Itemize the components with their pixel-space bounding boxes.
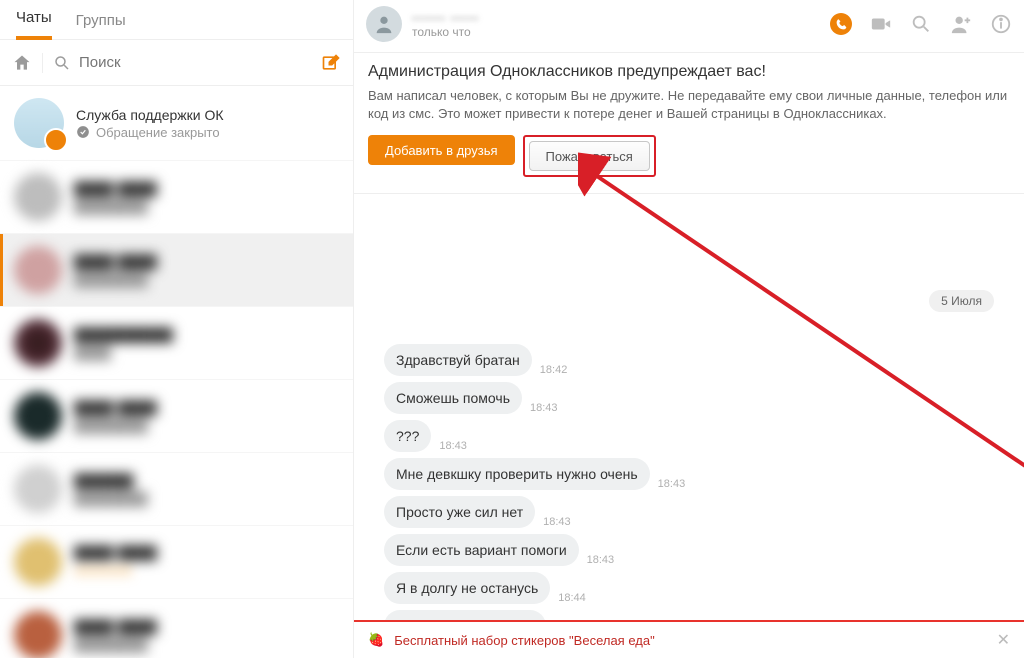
peer-name: ------ ----- <box>412 9 830 25</box>
message-time: 18:43 <box>658 478 686 490</box>
message-time: 18:43 <box>439 440 467 452</box>
search-icon[interactable] <box>910 13 932 35</box>
chat-list: Служба поддержки ОК Обращение закрыто ██… <box>0 86 353 658</box>
message-time: 18:43 <box>587 554 615 566</box>
support-avatar-icon <box>14 98 64 148</box>
chat-body: 5 Июля Здравствуй братан 18:42 Сможешь пом… <box>354 194 1024 658</box>
tab-groups[interactable]: Группы <box>76 12 126 39</box>
list-item[interactable]: ██████████████ <box>0 453 353 526</box>
compose-icon[interactable] <box>321 53 341 73</box>
call-icon[interactable] <box>830 13 852 35</box>
sidebar: Чаты Группы Служба поддерж <box>0 0 354 658</box>
info-icon[interactable] <box>990 13 1012 35</box>
search-input[interactable] <box>79 54 311 71</box>
search-icon <box>53 53 71 73</box>
video-icon[interactable] <box>870 13 892 35</box>
message[interactable]: Я в долгу не останусь 18:44 <box>384 572 1010 604</box>
message[interactable]: Если есть вариант помоги 18:43 <box>384 534 1010 566</box>
date-pill: 5 Июля <box>929 290 994 312</box>
annotation-highlight: Пожаловаться <box>523 135 656 177</box>
search-row <box>0 40 353 86</box>
chat-header: ------ ----- только что <box>354 0 1024 53</box>
message-time: 18:43 <box>543 516 571 528</box>
promo-text: Бесплатный набор стикеров "Веселая еда" <box>394 633 655 648</box>
message-list: Здравствуй братан 18:42 Сможешь помочь 18:4… <box>384 344 1010 658</box>
peer-status: только что <box>412 25 830 39</box>
message-bubble: Здравствуй братан <box>384 344 532 376</box>
message[interactable]: ??? 18:43 <box>384 420 1010 452</box>
tabs: Чаты Группы <box>0 0 353 40</box>
message-bubble: Сможешь помочь <box>384 382 522 414</box>
warning-title: Администрация Одноклассников предупрежда… <box>368 63 1010 81</box>
message[interactable]: Просто уже сил нет 18:43 <box>384 496 1010 528</box>
home-icon[interactable] <box>12 53 32 73</box>
list-item[interactable]: ██████████████ <box>0 307 353 380</box>
message-bubble: Просто уже сил нет <box>384 496 535 528</box>
support-name: Служба поддержки ОК <box>76 107 224 123</box>
message-bubble: ??? <box>384 420 431 452</box>
report-button[interactable]: Пожаловаться <box>529 141 650 171</box>
message-time: 18:42 <box>540 364 568 376</box>
list-item[interactable]: ████ ████★★★★★ <box>0 526 353 599</box>
add-friend-button[interactable]: Добавить в друзья <box>368 135 515 165</box>
divider <box>42 53 43 73</box>
peer-avatar-icon[interactable] <box>366 6 402 42</box>
search-box[interactable] <box>53 53 311 73</box>
tab-chats[interactable]: Чаты <box>16 9 52 40</box>
message-time: 18:44 <box>558 592 586 604</box>
strawberry-icon: 🍓 <box>368 632 384 648</box>
message-bubble: Мне девкшку проверить нужно очень <box>384 458 650 490</box>
add-user-icon[interactable] <box>950 13 972 35</box>
close-icon[interactable]: ✕ <box>997 630 1010 650</box>
list-item[interactable]: ████ ████████████ <box>0 161 353 234</box>
message-bubble: Если есть вариант помоги <box>384 534 579 566</box>
message[interactable]: Мне девкшку проверить нужно очень 18:43 <box>384 458 1010 490</box>
support-status: Обращение закрыто <box>96 125 220 140</box>
warning-text: Вам написал человек, с которым Вы не дру… <box>368 87 1010 123</box>
list-item[interactable]: ████ ████████████ <box>0 380 353 453</box>
warning-block: Администрация Одноклассников предупрежда… <box>354 53 1024 194</box>
chat-panel: ------ ----- только что Администрация Од… <box>354 0 1024 658</box>
message[interactable]: Здравствуй братан 18:42 <box>384 344 1010 376</box>
message-time: 18:43 <box>530 402 558 414</box>
message-bubble: Я в долгу не останусь <box>384 572 550 604</box>
list-item[interactable]: ████ ████████████ <box>0 234 353 307</box>
check-icon <box>76 125 90 139</box>
promo-bar[interactable]: 🍓 Бесплатный набор стикеров "Веселая еда… <box>354 620 1024 658</box>
message[interactable]: Сможешь помочь 18:43 <box>384 382 1010 414</box>
list-item-support[interactable]: Служба поддержки ОК Обращение закрыто <box>0 86 353 161</box>
list-item[interactable]: ████ ████████████ <box>0 599 353 658</box>
